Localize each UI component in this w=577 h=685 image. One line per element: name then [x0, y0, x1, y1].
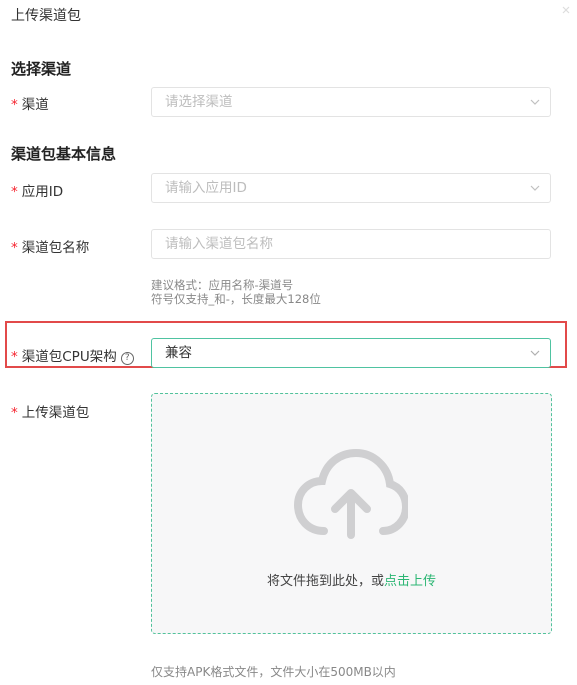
chevron-down-icon: [530, 99, 540, 105]
channel-select[interactable]: 请选择渠道: [151, 87, 551, 117]
required-marker: *: [11, 97, 18, 113]
upload-channel-package-dialog: 上传渠道包 选择渠道 * 渠道 请选择渠道 渠道包基本信息 * 应用ID 请输入应用…: [0, 0, 577, 685]
required-marker: *: [11, 184, 18, 200]
app-id-select[interactable]: 请输入应用ID: [151, 173, 551, 203]
section-title-select-channel: 选择渠道: [11, 60, 72, 78]
cpu-arch-label: * 渠道包CPU架构?: [11, 345, 134, 365]
required-marker: *: [11, 240, 18, 256]
required-marker: *: [11, 405, 18, 421]
drop-zone-text: 将文件拖到此处，或点击上传: [152, 570, 551, 589]
upload-label: * 上传渠道包: [11, 401, 89, 421]
app-id-placeholder: 请输入应用ID: [165, 180, 247, 196]
upload-file-hint: 仅支持APK格式文件，文件大小在500MB以内: [151, 665, 396, 679]
upload-label-text: 上传渠道包: [21, 405, 90, 421]
chevron-down-icon: [530, 350, 540, 356]
click-upload-link[interactable]: 点击上传: [384, 574, 436, 589]
package-name-hint-rules: 符号仅支持_和-，长度最大128位: [151, 292, 321, 306]
cpu-arch-value: 兼容: [165, 345, 192, 361]
cpu-arch-select[interactable]: 兼容: [151, 338, 551, 368]
chevron-down-icon: [530, 185, 540, 191]
channel-label-text: 渠道: [21, 97, 49, 113]
cpu-arch-label-text: 渠道包CPU架构: [21, 349, 117, 365]
package-name-label-text: 渠道包名称: [21, 240, 90, 256]
close-icon[interactable]: [561, 4, 571, 18]
package-name-placeholder: 请输入渠道包名称: [165, 236, 273, 252]
upload-drop-zone[interactable]: 将文件拖到此处，或点击上传: [151, 393, 552, 634]
cloud-upload-icon: [294, 449, 408, 539]
channel-label: * 渠道: [11, 93, 49, 113]
package-name-label: * 渠道包名称: [11, 236, 89, 256]
app-id-label: * 应用ID: [11, 180, 63, 200]
drop-instruction: 将文件拖到此处，或: [266, 574, 384, 589]
dialog-title: 上传渠道包: [11, 8, 81, 24]
section-title-basic-info: 渠道包基本信息: [11, 145, 117, 163]
question-circle-icon[interactable]: ?: [120, 352, 134, 365]
package-name-hint-format: 建议格式：应用名称-渠道号: [151, 278, 294, 292]
required-marker: *: [11, 349, 18, 365]
app-id-label-text: 应用ID: [21, 184, 64, 200]
package-name-input[interactable]: 请输入渠道包名称: [151, 229, 551, 259]
channel-select-placeholder: 请选择渠道: [165, 94, 233, 110]
